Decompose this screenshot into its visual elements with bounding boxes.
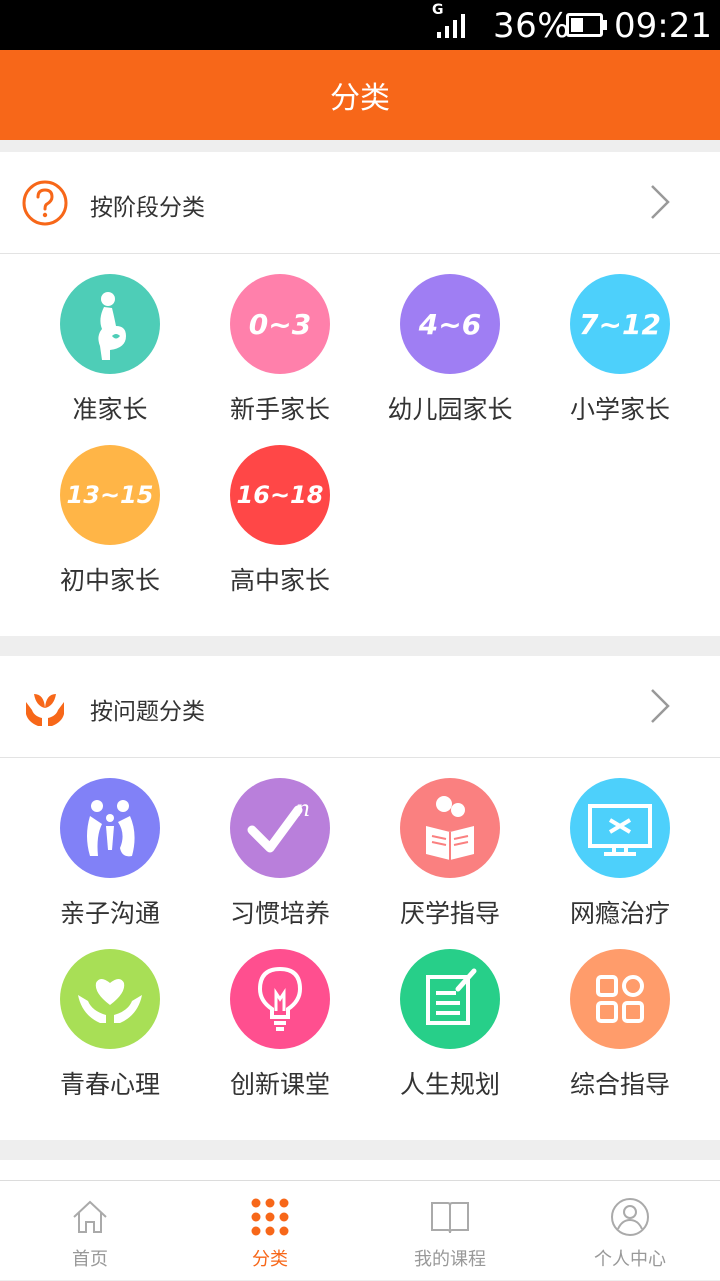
problem-item-habits[interactable]: n 习惯培养 [195, 778, 365, 930]
problem-item-label: 综合指导 [569, 1070, 670, 1099]
heart-hands-icon [78, 979, 142, 1023]
clock: 09:21 [614, 6, 712, 46]
problem-section: 按问题分类 亲子沟通 n 习惯培养 厌学指导 网瘾治疗 青春心理 创新课堂 人生… [0, 656, 720, 1140]
problem-icon-circle [400, 949, 500, 1049]
stage-icon-circle: 4~6 [400, 274, 500, 374]
tab-label: 个人中心 [594, 1249, 666, 1270]
stage-item-13-15[interactable]: 13~15 初中家长 [25, 445, 195, 597]
tab-my-courses[interactable]: 我的课程 [360, 1181, 540, 1281]
stage-section-title: 按阶段分类 [90, 195, 205, 221]
problem-item-internet[interactable]: 网瘾治疗 [535, 778, 705, 930]
notepad-icon [426, 968, 477, 1025]
age-badge: 7~12 [579, 307, 661, 341]
home-icon [73, 1200, 107, 1233]
problem-item-communication[interactable]: 亲子沟通 [25, 778, 195, 930]
bottom-tab-bar: 首页 分类 我的课程 个人中心 [0, 1180, 720, 1280]
tab-profile[interactable]: 个人中心 [540, 1181, 720, 1281]
problem-icon-circle [400, 778, 500, 878]
problem-icon-circle [570, 949, 670, 1049]
stage-item-label: 初中家长 [59, 566, 160, 595]
app-bar: 分类 [0, 50, 720, 140]
stage-icon-circle: 0~3 [230, 274, 330, 374]
tab-category[interactable]: 分类 [180, 1181, 360, 1281]
stage-item-label: 小学家长 [569, 395, 670, 424]
book-icon [431, 1202, 469, 1234]
tab-label: 分类 [252, 1249, 288, 1270]
chevron-right-icon [651, 689, 670, 723]
pregnant-icon [98, 292, 126, 360]
problem-icon-circle [60, 949, 160, 1049]
problem-item-label: 创新课堂 [229, 1070, 330, 1099]
stage-item-0-3[interactable]: 0~3 新手家长 [195, 274, 365, 426]
age-badge: 0~3 [248, 307, 312, 341]
question-icon [22, 180, 68, 226]
user-icon [611, 1198, 649, 1236]
stage-item-16-18[interactable]: 16~18 高中家长 [195, 445, 365, 597]
page-title: 分类 [330, 81, 390, 116]
stage-icon-circle: 16~18 [230, 445, 330, 545]
tab-home[interactable]: 首页 [0, 1181, 180, 1281]
lightbulb-icon [257, 966, 303, 1031]
age-badge: 13~15 [66, 481, 154, 509]
problem-icon-circle [230, 949, 330, 1049]
monitor-icon [588, 804, 652, 856]
stage-item-7-12[interactable]: 7~12 小学家长 [535, 274, 705, 426]
problem-item-label: 青春心理 [59, 1070, 160, 1099]
problem-icon-circle [60, 778, 160, 878]
problem-item-study[interactable]: 厌学指导 [365, 778, 535, 930]
battery-icon [566, 13, 603, 37]
reading-icon [426, 796, 474, 860]
tab-label: 首页 [72, 1249, 108, 1270]
problem-item-innovation[interactable]: 创新课堂 [195, 949, 365, 1101]
next-section-partial [0, 1160, 720, 1180]
stage-item-4-6[interactable]: 4~6 幼儿园家长 [365, 274, 535, 426]
stage-item-label: 高中家长 [229, 566, 330, 595]
stage-section-header[interactable]: 按阶段分类 [0, 152, 720, 254]
problem-item-comprehensive[interactable]: 综合指导 [535, 949, 705, 1101]
grid-icon [596, 975, 644, 1023]
stage-section: 按阶段分类 准家长 0~3 新手家长 4~6 幼儿园家长 7~12 小学家长 1… [0, 152, 720, 636]
stage-item-label: 幼儿园家长 [387, 395, 513, 424]
problem-item-label: 习惯培养 [229, 899, 330, 928]
problem-item-label: 人生规划 [399, 1070, 500, 1099]
battery-percent: 36% [493, 6, 571, 46]
problem-item-life-planning[interactable]: 人生规划 [365, 949, 535, 1101]
svg-text:n: n [296, 797, 310, 822]
stage-item-expectant[interactable]: 准家长 [25, 274, 195, 426]
sprout-hands-icon [26, 694, 64, 726]
age-badge: 16~18 [236, 481, 324, 509]
stage-icon-circle [60, 274, 160, 374]
problem-icon-circle: n [230, 778, 330, 878]
tab-label: 我的课程 [414, 1249, 486, 1270]
checkmark-icon: n [247, 797, 310, 853]
problem-item-label: 亲子沟通 [59, 899, 160, 928]
problem-icon-circle [570, 778, 670, 878]
problem-item-adolescence[interactable]: 青春心理 [25, 949, 195, 1101]
chevron-right-icon [651, 185, 670, 219]
problem-item-label: 网瘾治疗 [569, 899, 670, 928]
problem-section-title: 按问题分类 [90, 699, 205, 725]
dots-grid-icon [251, 1198, 289, 1236]
signal-icon [437, 14, 465, 38]
family-icon [87, 800, 135, 857]
stage-item-label: 新手家长 [229, 395, 330, 424]
stage-item-label: 准家长 [72, 395, 148, 424]
stage-icon-circle: 7~12 [570, 274, 670, 374]
age-badge: 4~6 [418, 307, 482, 341]
status-bar: G 36% 09:21 [0, 0, 720, 50]
problem-section-header[interactable]: 按问题分类 [0, 656, 720, 758]
stage-icon-circle: 13~15 [60, 445, 160, 545]
problem-item-label: 厌学指导 [399, 899, 500, 928]
